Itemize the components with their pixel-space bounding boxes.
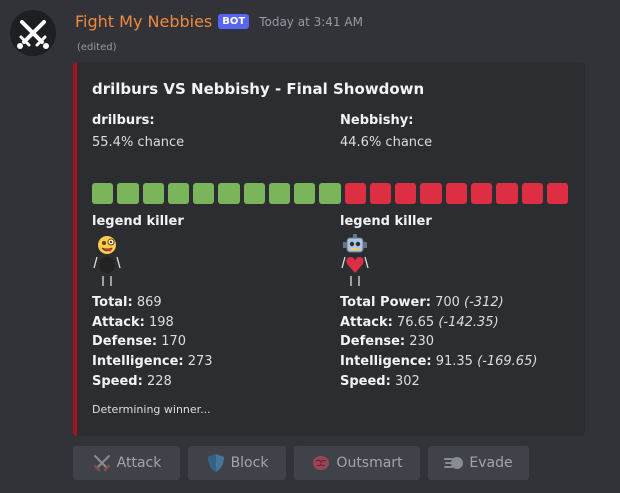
left-fighter-chance: 55.4% chance bbox=[92, 135, 185, 150]
outsmart-button-label: Outsmart bbox=[336, 455, 403, 471]
chance-segment-green bbox=[193, 183, 215, 204]
chance-segment-green bbox=[218, 183, 240, 204]
stat-row: Total Power: 700 (-312) bbox=[340, 293, 537, 313]
stat-row: Defense: 170 bbox=[92, 332, 213, 352]
crossed-swords-avatar-icon bbox=[10, 10, 56, 56]
chance-segment-red bbox=[521, 183, 543, 204]
stat-value: 700 bbox=[435, 295, 460, 310]
right-legend-label: legend killer bbox=[340, 214, 432, 229]
bot-avatar[interactable] bbox=[10, 10, 56, 56]
left-fighter-name: drilburs: bbox=[92, 113, 155, 128]
username[interactable]: Fight My Nebbies bbox=[75, 12, 212, 31]
chance-segment-red bbox=[395, 183, 417, 204]
chance-segment-red bbox=[369, 183, 392, 204]
stat-row: Speed: 302 bbox=[340, 372, 537, 392]
block-button[interactable]: Block bbox=[188, 446, 286, 480]
crossed-swords-icon bbox=[93, 455, 110, 472]
chance-segment-green bbox=[117, 183, 139, 204]
chance-bar bbox=[92, 183, 569, 204]
attack-button-label: Attack bbox=[116, 455, 162, 471]
stat-delta: (-142.35) bbox=[438, 314, 499, 330]
chance-segment-green bbox=[167, 183, 190, 204]
stat-value: 230 bbox=[409, 334, 435, 350]
dash-icon bbox=[444, 457, 464, 469]
stat-value: 273 bbox=[187, 354, 213, 370]
stat-value: 869 bbox=[136, 295, 162, 310]
left-fighter-figure-icon bbox=[93, 236, 121, 286]
stat-label: Attack: bbox=[340, 314, 393, 330]
edited-label: (edited) bbox=[77, 42, 117, 53]
embed-footer: Determining winner... bbox=[92, 403, 211, 416]
stat-value: 91.35 bbox=[435, 354, 473, 370]
chance-segment-red bbox=[420, 183, 442, 204]
message-header: Fight My Nebbies BOT Today at 3:41 AM bbox=[75, 12, 363, 31]
embed-title: drilburs VS Nebbishy - Final Showdown bbox=[92, 80, 425, 98]
left-stats: Total: 869 Attack: 198 Defense: 170 Inte… bbox=[92, 293, 213, 392]
stat-value: 228 bbox=[146, 373, 172, 389]
left-legend-label: legend killer bbox=[92, 214, 184, 229]
stat-label: Speed: bbox=[340, 373, 391, 389]
stat-value: 170 bbox=[161, 334, 187, 350]
chance-segment-green bbox=[92, 183, 114, 204]
stat-label: Intelligence: bbox=[340, 354, 432, 370]
bot-tag: BOT bbox=[218, 14, 250, 29]
stat-label: Total Power: bbox=[340, 295, 431, 310]
timestamp[interactable]: Today at 3:41 AM bbox=[259, 15, 363, 29]
brain-icon bbox=[313, 456, 330, 470]
right-fighter-figure-icon bbox=[341, 234, 369, 286]
chance-segment-red bbox=[496, 183, 518, 204]
stat-row: Speed: 228 bbox=[92, 372, 213, 392]
stat-delta: (-169.65) bbox=[477, 354, 538, 370]
stat-value: 302 bbox=[394, 373, 420, 389]
evade-button[interactable]: Evade bbox=[428, 446, 529, 480]
stat-row: Intelligence: 91.35 (-169.65) bbox=[340, 352, 537, 372]
chance-segment-red bbox=[470, 183, 493, 204]
stat-label: Attack: bbox=[92, 314, 145, 330]
chance-segment-green bbox=[319, 183, 341, 204]
stat-label: Speed: bbox=[92, 373, 143, 389]
outsmart-button[interactable]: Outsmart bbox=[294, 446, 420, 480]
right-fighter-chance: 44.6% chance bbox=[340, 135, 433, 150]
block-button-label: Block bbox=[230, 455, 269, 471]
embed-card: drilburs VS Nebbishy - Final Showdown dr… bbox=[73, 62, 585, 436]
stat-label: Intelligence: bbox=[92, 354, 184, 370]
attack-button[interactable]: Attack bbox=[73, 446, 180, 480]
chance-segment-green bbox=[243, 183, 265, 204]
chance-segment-green bbox=[294, 183, 316, 204]
shield-icon bbox=[207, 454, 224, 472]
stat-label: Defense: bbox=[340, 334, 406, 350]
evade-button-label: Evade bbox=[469, 455, 513, 471]
stat-row: Total: 869 bbox=[92, 293, 213, 313]
right-fighter-name: Nebbishy: bbox=[340, 113, 414, 128]
stat-value: 198 bbox=[148, 314, 174, 330]
stat-row: Intelligence: 273 bbox=[92, 352, 213, 372]
stat-row: Attack: 198 bbox=[92, 313, 213, 333]
stat-row: Defense: 230 bbox=[340, 332, 537, 352]
chance-segment-red bbox=[546, 183, 569, 204]
stat-label: Defense: bbox=[92, 334, 158, 350]
stat-label: Total: bbox=[92, 295, 133, 310]
chance-segment-red bbox=[445, 183, 467, 204]
chance-segment-green bbox=[268, 183, 291, 204]
stat-delta: (-312) bbox=[464, 295, 504, 310]
right-stats: Total Power: 700 (-312) Attack: 76.65 (-… bbox=[340, 293, 537, 392]
stat-value: 76.65 bbox=[396, 314, 435, 330]
action-buttons: Attack Block Outsmart Evade bbox=[73, 446, 529, 480]
stat-row: Attack: 76.65 (-142.35) bbox=[340, 313, 537, 333]
chance-segment-green bbox=[142, 183, 164, 204]
chance-segment-red bbox=[344, 183, 366, 204]
